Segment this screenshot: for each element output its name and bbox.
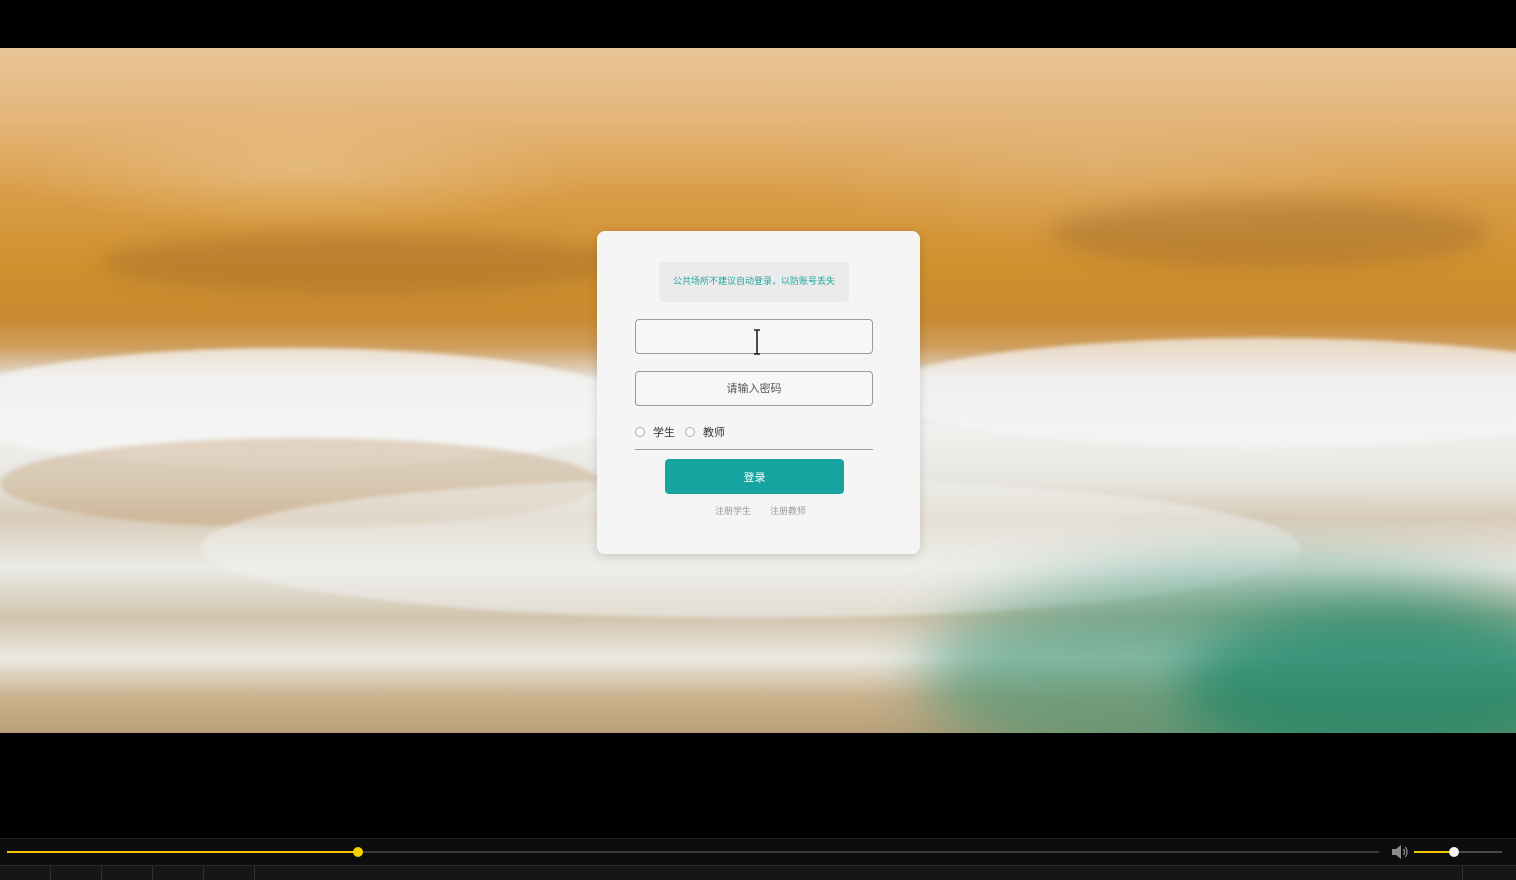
- role-radio-group: 学生 教师: [635, 423, 873, 450]
- text-cursor-icon: [754, 329, 760, 355]
- seaweed-band: [1050, 198, 1490, 268]
- volume-slider[interactable]: [1414, 847, 1502, 857]
- speaker-icon[interactable]: [1391, 844, 1409, 860]
- login-card: 公共场所不建议自动登录，以防账号丢失 学生 教师 登录 注册学生 注册教师: [597, 231, 920, 554]
- seek-progress-fill: [7, 851, 359, 853]
- strip-divider: [152, 866, 153, 880]
- surf-foam: [880, 338, 1516, 448]
- radio-circle-icon[interactable]: [635, 427, 645, 437]
- player-controls: [0, 838, 1516, 880]
- password-input[interactable]: [635, 371, 873, 406]
- video-player-screen: 公共场所不建议自动登录，以防账号丢失 学生 教师 登录 注册学生 注册教师: [0, 0, 1516, 880]
- volume-handle[interactable]: [1448, 847, 1459, 857]
- strip-divider: [1462, 866, 1463, 880]
- volume-fill: [1414, 851, 1454, 853]
- role-teacher-radio[interactable]: 教师: [685, 423, 725, 441]
- role-student-label: 学生: [653, 426, 675, 439]
- radio-circle-icon[interactable]: [685, 427, 695, 437]
- register-teacher-link[interactable]: 注册教师: [770, 504, 806, 517]
- login-button[interactable]: 登录: [665, 459, 844, 494]
- control-button-strip: [0, 865, 1516, 880]
- security-notice: 公共场所不建议自动登录，以防账号丢失: [659, 262, 849, 302]
- strip-divider: [254, 866, 255, 880]
- strip-divider: [203, 866, 204, 880]
- seek-handle[interactable]: [353, 847, 364, 857]
- strip-divider: [101, 866, 102, 880]
- seaweed-band: [100, 233, 620, 293]
- strip-divider: [50, 866, 51, 880]
- role-teacher-label: 教师: [703, 426, 725, 439]
- seek-bar[interactable]: [7, 847, 1379, 857]
- register-student-link[interactable]: 注册学生: [715, 504, 751, 517]
- role-student-radio[interactable]: 学生: [635, 423, 675, 441]
